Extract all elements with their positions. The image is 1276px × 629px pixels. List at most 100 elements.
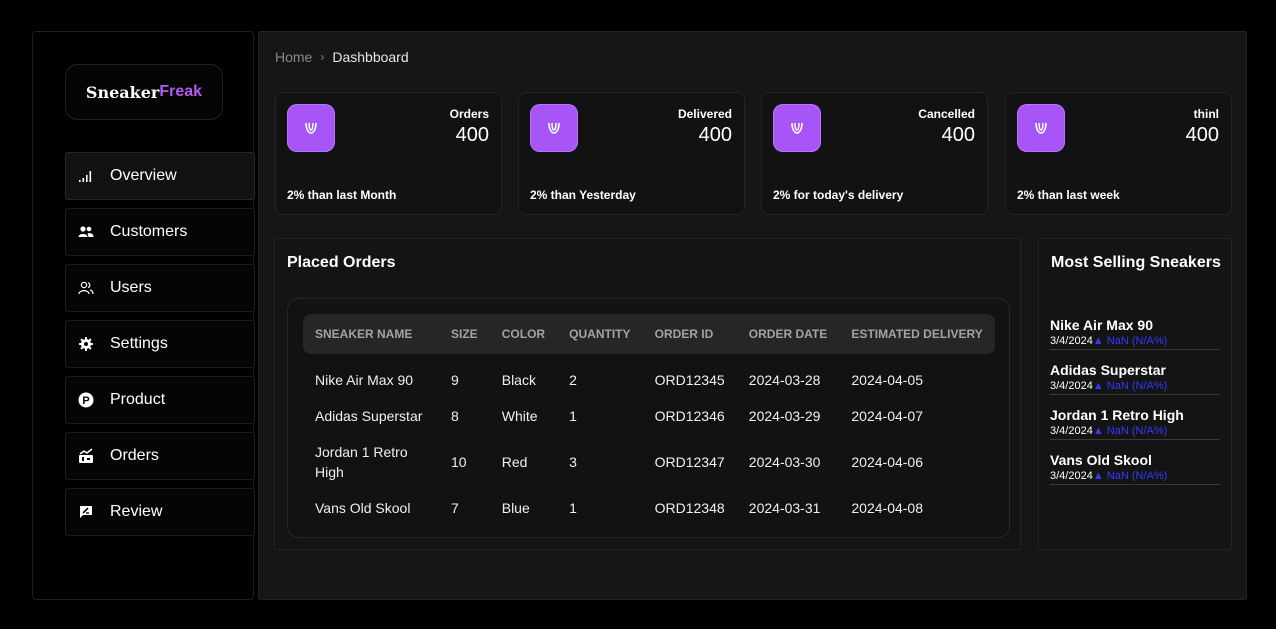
sneaker-name: Nike Air Max 90 (1050, 317, 1153, 333)
table-cell: Vans Old Skool (315, 500, 411, 516)
sidebar-item-product[interactable]: P Product (65, 376, 255, 424)
table-row[interactable]: Vans Old Skool 7 Blue 1 ORD12348 2024-03… (303, 490, 995, 526)
sidebar-item-customers[interactable]: Customers (65, 208, 255, 256)
sale-date: 3/4/2024 (1050, 380, 1093, 392)
column-header[interactable]: SNEAKER NAME (303, 314, 439, 354)
stat-value: 400 (941, 124, 975, 146)
table-cell: 2024-03-30 (748, 454, 821, 470)
trend-change: ▲ NaN (N/A%) (1092, 470, 1168, 482)
stat-footer: 2% than last week (1017, 188, 1120, 202)
brand-logo[interactable]: Sneaker Freak (65, 64, 223, 120)
sidebar-item-label: Review (110, 503, 163, 520)
breadcrumb-current: Dashbboard (332, 49, 409, 65)
table-header-row: SNEAKER NAME SIZE COLOR QUANTITY ORDER I… (303, 314, 995, 354)
column-header[interactable]: ORDER ID (643, 314, 737, 354)
table-row[interactable]: Adidas Superstar 8 White 1 ORD12346 2024… (303, 398, 995, 434)
table-cell: 7 (451, 500, 459, 516)
trend-change: ▲ NaN (N/A%) (1092, 335, 1168, 347)
table-cell: 2024-04-05 (851, 372, 924, 388)
trend-change: ▲ NaN (N/A%) (1092, 380, 1168, 392)
table-cell: 2024-03-29 (748, 408, 821, 424)
column-header[interactable]: QUANTITY (557, 314, 642, 354)
stat-footer: 2% than last Month (287, 188, 397, 202)
stat-label: Delivered (677, 107, 732, 121)
sidebar-item-overview[interactable]: Overview (65, 152, 255, 200)
table-cell: 8 (451, 408, 459, 424)
table-cell: ORD12346 (654, 408, 725, 424)
column-header[interactable]: ESTIMATED DELIVERY (839, 314, 995, 354)
sidebar-item-label: Overview (110, 167, 177, 184)
sidebar-nav: Overview Customers Users Settings P Prod… (65, 152, 255, 544)
table-cell: ORD12347 (654, 454, 725, 470)
table-cell: Red (501, 454, 528, 470)
stat-card-delivered[interactable]: Delivered 400 2% than Yesterday (518, 92, 745, 215)
table-cell: Jordan 1 Retro High (315, 444, 408, 480)
orders-table: SNEAKER NAME SIZE COLOR QUANTITY ORDER I… (303, 314, 995, 526)
table-row[interactable]: Nike Air Max 90 9 Black 2 ORD12345 2024-… (303, 354, 995, 398)
breadcrumb-home[interactable]: Home (275, 49, 312, 65)
sidebar-item-settings[interactable]: Settings (65, 320, 255, 368)
table-cell: 2024-04-08 (851, 500, 924, 516)
people-icon (78, 224, 94, 240)
sidebar-item-orders[interactable]: Orders (65, 432, 255, 480)
sidebar-item-label: Orders (110, 447, 159, 464)
sidebar-item-review[interactable]: Review (65, 488, 255, 536)
placed-orders-panel: Placed Orders SNEAKER NAME SIZE COLOR QU… (274, 238, 1021, 550)
chevron-right-icon: › (320, 50, 325, 64)
stat-card-orders[interactable]: Orders 400 2% than last Month (275, 92, 502, 215)
orders-table-container: SNEAKER NAME SIZE COLOR QUANTITY ORDER I… (287, 298, 1010, 538)
list-item[interactable]: Adidas Superstar 3/4/2024▲ NaN (N/A%) (1050, 362, 1220, 395)
table-cell: White (501, 408, 538, 424)
sneaker-logo-icon (773, 104, 821, 152)
svg-text:P: P (82, 395, 89, 407)
stat-label: thinl (1193, 107, 1219, 121)
list-item[interactable]: Nike Air Max 90 3/4/2024▲ NaN (N/A%) (1050, 317, 1220, 350)
sneaker-name: Adidas Superstar (1050, 362, 1166, 378)
table-cell: 9 (451, 372, 459, 388)
stat-card-cancelled[interactable]: Cancelled 400 2% for today's delivery (761, 92, 988, 215)
column-header[interactable]: SIZE (439, 314, 490, 354)
panel-title: Most Selling Sneakers (1051, 254, 1221, 271)
sale-date: 3/4/2024 (1050, 335, 1093, 347)
sidebar-item-label: Users (110, 279, 152, 296)
list-item[interactable]: Jordan 1 Retro High 3/4/2024▲ NaN (N/A%) (1050, 407, 1220, 440)
table-cell: Blue (501, 500, 530, 516)
product-p-icon: P (78, 392, 94, 408)
trend-change: ▲ NaN (N/A%) (1092, 425, 1168, 437)
users-outline-icon (78, 280, 94, 296)
brand-name-part2: Freak (159, 83, 203, 100)
most-selling-panel: Most Selling Sneakers Nike Air Max 90 3/… (1038, 238, 1232, 550)
stat-value: 400 (1185, 124, 1219, 146)
table-cell: Adidas Superstar (315, 408, 423, 424)
stat-footer: 2% than Yesterday (530, 188, 636, 202)
stat-label: Cancelled (918, 107, 975, 121)
signal-bars-icon (78, 168, 94, 184)
column-header[interactable]: ORDER DATE (737, 314, 840, 354)
table-cell: Nike Air Max 90 (315, 372, 414, 388)
table-cell: Black (501, 372, 536, 388)
stat-value: 400 (698, 124, 732, 146)
table-cell: 2024-04-07 (851, 408, 924, 424)
stat-value: 400 (455, 124, 489, 146)
table-cell: 2024-04-06 (851, 454, 924, 470)
sidebar-item-label: Product (110, 391, 166, 408)
gear-icon (78, 336, 94, 352)
stat-footer: 2% for today's delivery (773, 188, 904, 202)
sidebar-item-users[interactable]: Users (65, 264, 255, 312)
sidebar-item-label: Customers (110, 223, 188, 240)
sale-date: 3/4/2024 (1050, 470, 1093, 482)
orders-chart-icon (78, 448, 94, 464)
sidebar: Sneaker Freak Overview Customers Users Se… (32, 31, 255, 600)
sidebar-item-label: Settings (110, 335, 168, 352)
table-cell: 3 (569, 454, 577, 470)
list-item[interactable]: Vans Old Skool 3/4/2024▲ NaN (N/A%) (1050, 452, 1220, 485)
table-cell: 10 (451, 454, 467, 470)
table-cell: 2024-03-28 (748, 372, 821, 388)
stat-label: Orders (449, 107, 489, 121)
table-row[interactable]: Jordan 1 Retro High 10 Red 3 ORD12347 20… (303, 434, 995, 490)
stat-card-thinl[interactable]: thinl 400 2% than last week (1005, 92, 1232, 215)
column-header[interactable]: COLOR (490, 314, 557, 354)
sneaker-logo-icon (1017, 104, 1065, 152)
table-cell: ORD12348 (654, 500, 725, 516)
breadcrumb: Home › Dashbboard (275, 49, 409, 65)
